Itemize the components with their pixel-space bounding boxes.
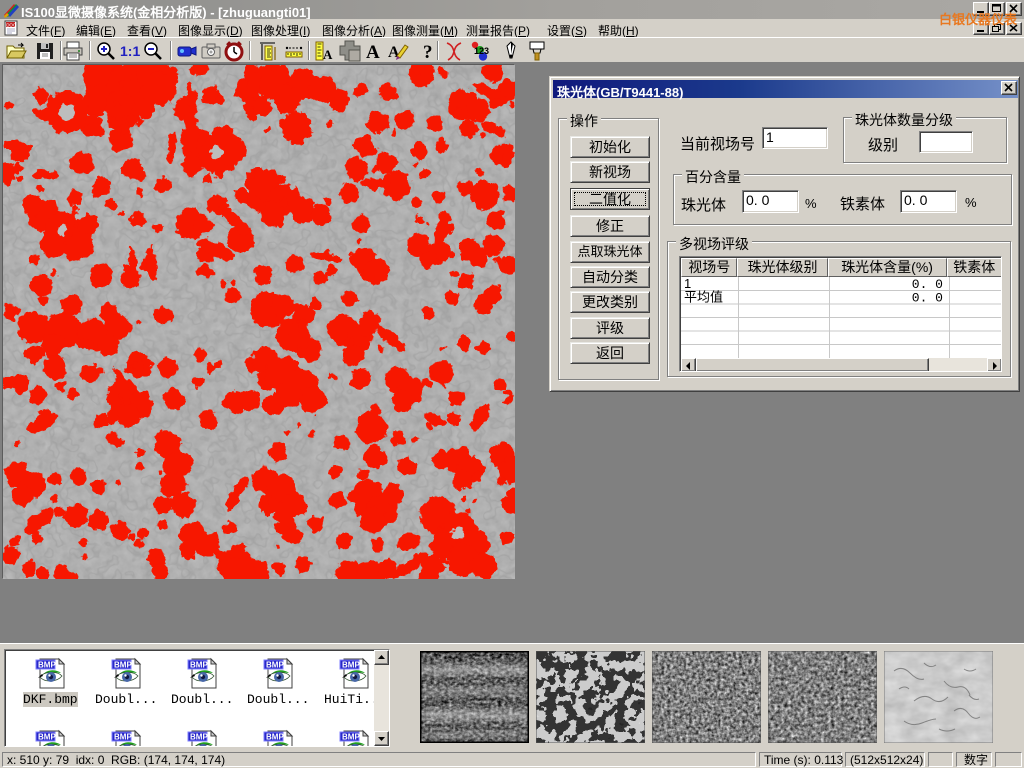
svg-text:0. 0: 0. 0 [912,291,943,306]
svg-text:1:1: 1:1 [120,43,140,59]
svg-text:A: A [366,42,380,62]
svg-text:A: A [323,47,333,62]
svg-text:?: ? [423,42,433,62]
svg-text:123: 123 [474,46,489,56]
svg-text:DOC: DOC [6,22,17,27]
svg-text:平均值: 平均值 [684,290,723,305]
